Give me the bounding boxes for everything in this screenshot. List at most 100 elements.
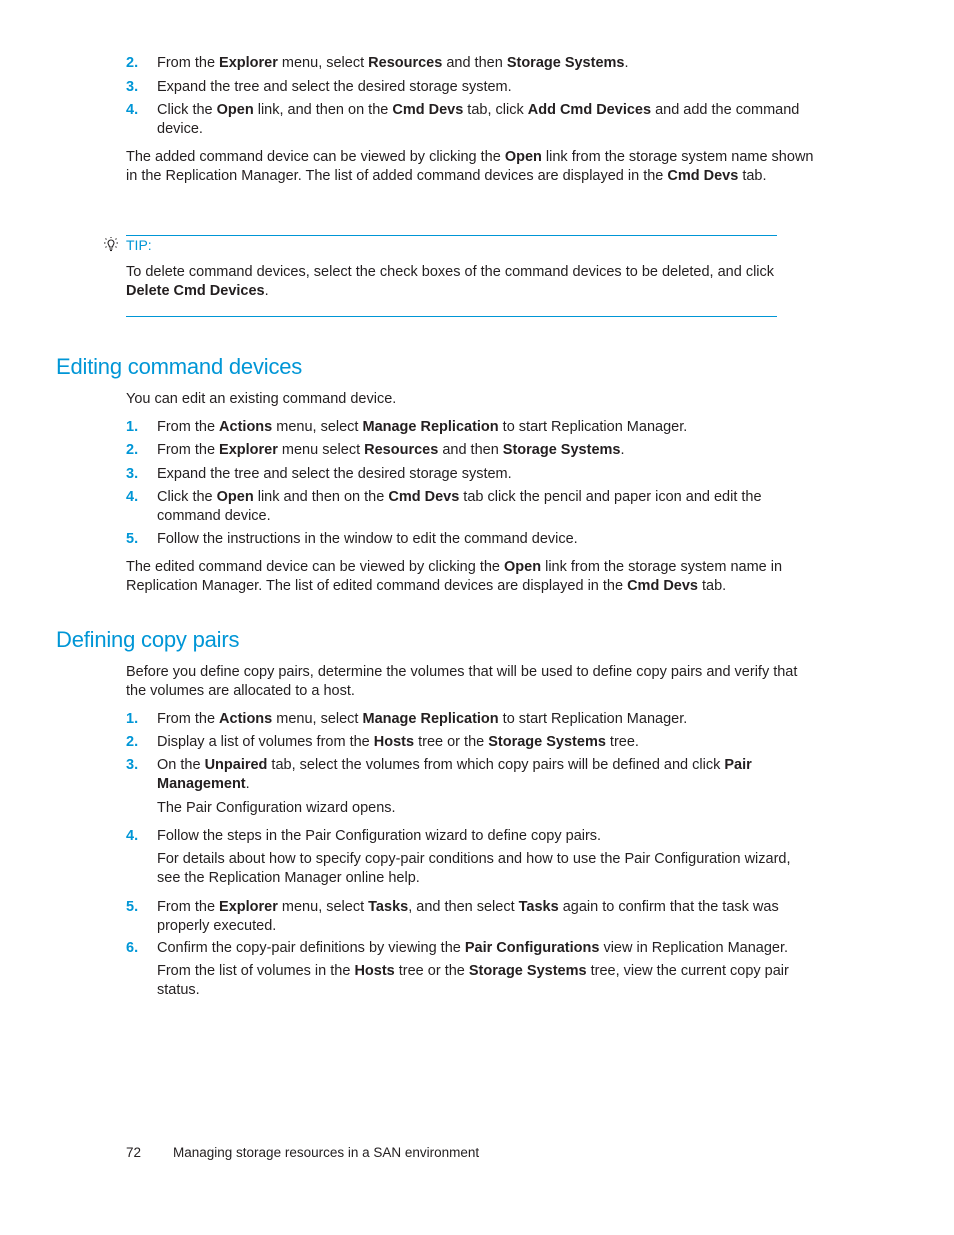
text-run: menu select: [277, 442, 365, 458]
text-run: The edited command device can be viewed …: [126, 559, 505, 575]
step-text: From the Explorer menu, select Tasks, an…: [157, 898, 817, 936]
tip-label: TIP:: [126, 237, 152, 253]
text-run: .: [624, 55, 629, 71]
ui-term: Storage Systems: [488, 734, 606, 750]
text-run: menu, select: [272, 711, 363, 727]
section2-step3-note: The Pair Configuration wizard opens.: [157, 800, 396, 816]
text-run: , and then select: [408, 899, 519, 915]
ui-term: Manage Replication: [362, 711, 499, 727]
ui-term: Delete Cmd Devices: [126, 283, 265, 299]
step-text: Display a list of volumes from the Hosts…: [157, 733, 817, 752]
step-number: 5.: [126, 531, 139, 547]
step-text: From the Actions menu, select Manage Rep…: [157, 418, 817, 437]
ui-term: Cmd Devs: [667, 168, 739, 184]
ui-term: Storage Systems: [506, 55, 625, 71]
text-run: From the list of volumes in the: [157, 963, 355, 979]
chapter-title: Managing storage resources in a SAN envi…: [173, 1145, 480, 1160]
tip-text: To delete command devices, select the ch…: [126, 263, 816, 301]
step-number: 2.: [126, 734, 139, 750]
ui-term: Resources: [364, 442, 439, 458]
step-number: 1.: [126, 711, 139, 727]
text-run: Expand the tree and select the desired s…: [157, 466, 512, 482]
step-text: Confirm the copy-pair definitions by vie…: [157, 939, 817, 958]
section2-step4-note: For details about how to specify copy-pa…: [157, 851, 791, 886]
ui-term: Storage Systems: [468, 963, 587, 979]
step-number: 4.: [126, 102, 139, 118]
ui-term: Pair Configurations: [464, 940, 600, 956]
text-run: tree or the: [394, 963, 469, 979]
ui-term: Tasks: [518, 899, 559, 915]
text-run: Follow the steps in the Pair Configurati…: [157, 828, 602, 844]
step-text: From the Actions menu, select Manage Rep…: [157, 710, 817, 729]
section2-intro: Before you define copy pairs, determine …: [126, 664, 798, 699]
step-text: From the Explorer menu select Resources …: [157, 441, 817, 460]
text-run: From the: [157, 55, 220, 71]
text-run: .: [620, 442, 625, 458]
ui-term: Open: [504, 149, 542, 165]
step-number: 4.: [126, 828, 139, 844]
section1-outro: The edited command device can be viewed …: [126, 558, 816, 596]
step-number: 2.: [126, 55, 139, 71]
ui-term: Unpaired: [204, 757, 268, 773]
text-run: Click the: [157, 489, 217, 505]
text-run: and then: [442, 55, 507, 71]
ui-term: Cmd Devs: [627, 578, 698, 594]
text-run: From the: [157, 442, 220, 458]
ui-term: Cmd Devs: [392, 102, 464, 118]
text-run: .: [245, 776, 250, 792]
ui-term: Cmd Devs: [388, 489, 460, 505]
text-run: to start Replication Manager.: [498, 711, 688, 727]
text-run: From the: [157, 711, 220, 727]
ui-term: Tasks: [368, 899, 409, 915]
text-run: Confirm the copy-pair definitions by vie…: [157, 940, 465, 956]
text-run: menu, select: [277, 899, 369, 915]
step-number: 1.: [126, 419, 139, 435]
ui-term: Hosts: [373, 734, 415, 750]
text-run: to start Replication Manager.: [498, 419, 688, 435]
ui-term: Open: [504, 559, 542, 575]
text-run: tab, select the volumes from which copy …: [267, 757, 725, 773]
step-number: 3.: [126, 757, 139, 773]
step-text: On the Unpaired tab, select the volumes …: [157, 756, 817, 794]
text-run: From the: [157, 899, 220, 915]
intro-paragraph: The added command device can be viewed b…: [126, 148, 816, 186]
step-text: Click the Open link, and then on the Cmd…: [157, 101, 817, 139]
step-number: 3.: [126, 466, 139, 482]
text-run: link and then on the: [253, 489, 389, 505]
text-run: tab.: [738, 168, 767, 184]
step-number: 5.: [126, 899, 139, 915]
ui-term: Hosts: [354, 963, 395, 979]
text-run: view in Replication Manager.: [599, 940, 789, 956]
step-text: Follow the steps in the Pair Configurati…: [157, 827, 817, 846]
tip-top-rule: [126, 235, 777, 236]
ui-term: Add Cmd Devices: [527, 102, 652, 118]
ui-term: Explorer: [219, 899, 278, 915]
ui-term: Explorer: [219, 442, 278, 458]
step-number: 4.: [126, 489, 139, 505]
step-text: Click the Open link and then on the Cmd …: [157, 488, 817, 526]
step-number: 3.: [126, 79, 139, 95]
text-run: and then: [438, 442, 503, 458]
text-run: To delete command devices, select the ch…: [126, 264, 775, 280]
ui-term: Actions: [219, 419, 273, 435]
ui-term: Open: [216, 102, 254, 118]
step-number: 6.: [126, 940, 139, 956]
text-run: Expand the tree and select the desired s…: [157, 79, 512, 95]
text-run: tab, click: [463, 102, 528, 118]
lightbulb-icon: [104, 237, 118, 252]
section-heading-editing: Editing command devices: [56, 354, 303, 379]
step-number: 2.: [126, 442, 139, 458]
tip-bottom-rule: [126, 316, 777, 317]
text-run: link, and then on the: [253, 102, 393, 118]
ui-term: Storage Systems: [502, 442, 621, 458]
step-text: Expand the tree and select the desired s…: [157, 78, 817, 97]
text-run: tab.: [698, 578, 727, 594]
text-run: Follow the instructions in the window to…: [157, 531, 578, 547]
step-text: Expand the tree and select the desired s…: [157, 465, 817, 484]
ui-term: Manage Replication: [362, 419, 499, 435]
text-run: .: [264, 283, 269, 299]
section-heading-defining: Defining copy pairs: [56, 627, 240, 652]
text-run: tree or the: [414, 734, 489, 750]
page-number: 72: [126, 1145, 142, 1160]
text-run: The added command device can be viewed b…: [126, 149, 505, 165]
